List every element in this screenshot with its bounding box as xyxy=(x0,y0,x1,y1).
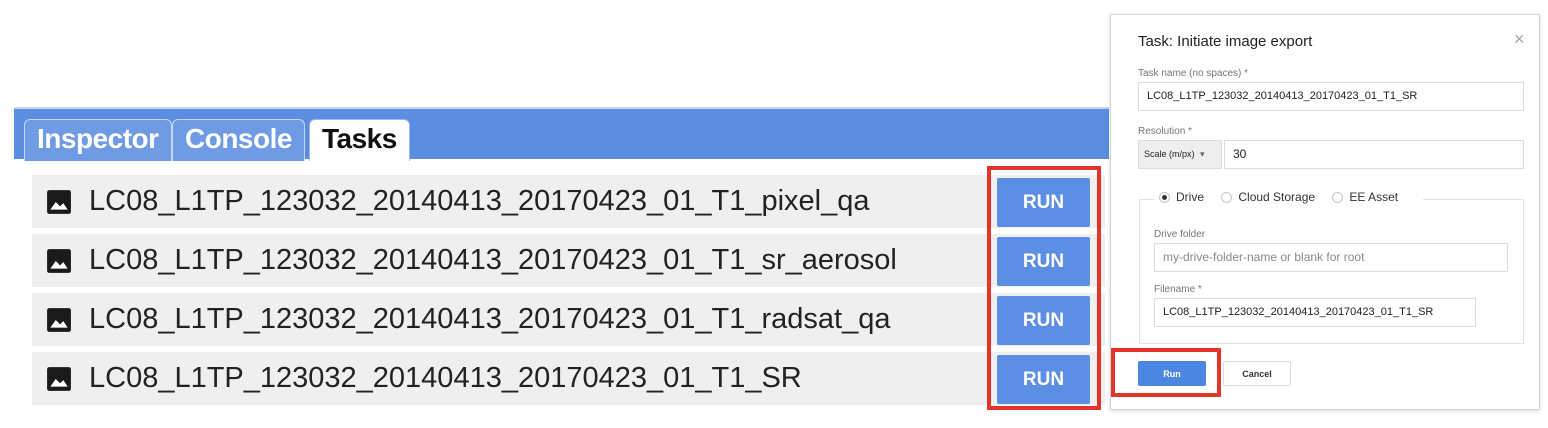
image-icon xyxy=(47,190,71,214)
resolution-input[interactable]: 30 xyxy=(1224,140,1524,169)
radio-button-icon xyxy=(1221,192,1233,203)
scale-unit-value: Scale (m/px) xyxy=(1144,149,1195,159)
run-button[interactable]: RUN xyxy=(997,237,1090,286)
task-row: LC08_L1TP_123032_20140413_20170423_01_T1… xyxy=(32,234,1105,287)
chevron-down-icon: ▾ xyxy=(1200,149,1205,159)
radio-button-icon xyxy=(1159,192,1170,203)
tasks-panel: Inspector Console Tasks LC08_L1TP_123032… xyxy=(14,107,1109,410)
close-icon[interactable]: × xyxy=(1514,29,1525,49)
tab-inspector[interactable]: Inspector xyxy=(24,119,172,161)
task-name: LC08_L1TP_123032_20140413_20170423_01_T1… xyxy=(89,244,897,276)
task-name: LC08_L1TP_123032_20140413_20170423_01_T1… xyxy=(89,185,870,217)
drive-folder-label: Drive folder xyxy=(1154,229,1206,240)
task-name: LC08_L1TP_123032_20140413_20170423_01_T1… xyxy=(89,362,802,394)
image-icon xyxy=(47,249,71,273)
task-row: LC08_L1TP_123032_20140413_20170423_01_T1… xyxy=(32,293,1105,346)
radio-cloud-storage[interactable]: Cloud Storage xyxy=(1221,190,1315,204)
dialog-run-button[interactable]: Run xyxy=(1138,361,1206,386)
radio-drive[interactable]: Drive xyxy=(1159,190,1204,204)
dialog-title: Task: Initiate image export xyxy=(1138,33,1313,50)
image-icon xyxy=(47,367,71,391)
run-button[interactable]: RUN xyxy=(997,178,1090,227)
task-row: LC08_L1TP_123032_20140413_20170423_01_T1… xyxy=(32,352,1105,405)
drive-folder-input[interactable]: my-drive-folder-name or blank for root xyxy=(1154,243,1508,272)
task-row: LC08_L1TP_123032_20140413_20170423_01_T1… xyxy=(32,175,1105,228)
tab-tasks[interactable]: Tasks xyxy=(309,119,410,161)
destination-radio-group: Drive Cloud Storage EE Asset xyxy=(1159,190,1412,206)
resolution-label: Resolution * xyxy=(1138,126,1192,137)
scale-unit-select[interactable]: Scale (m/px) ▾ xyxy=(1138,140,1222,169)
run-button[interactable]: RUN xyxy=(997,296,1090,345)
filename-label: Filename * xyxy=(1154,284,1202,295)
task-name-label: Task name (no spaces) * xyxy=(1138,68,1249,79)
filename-input[interactable]: LC08_L1TP_123032_20140413_20170423_01_T1… xyxy=(1154,298,1476,327)
task-name: LC08_L1TP_123032_20140413_20170423_01_T1… xyxy=(89,303,891,335)
task-name-input[interactable]: LC08_L1TP_123032_20140413_20170423_01_T1… xyxy=(1138,82,1524,111)
image-icon xyxy=(47,308,71,332)
dialog-cancel-button[interactable]: Cancel xyxy=(1223,361,1291,386)
export-dialog: Task: Initiate image export × Task name … xyxy=(1110,14,1540,410)
run-button[interactable]: RUN xyxy=(997,355,1090,404)
tab-console[interactable]: Console xyxy=(172,119,305,161)
tab-bar: Inspector Console Tasks xyxy=(14,107,1109,161)
radio-ee-asset[interactable]: EE Asset xyxy=(1332,190,1398,204)
radio-button-icon xyxy=(1332,192,1344,203)
